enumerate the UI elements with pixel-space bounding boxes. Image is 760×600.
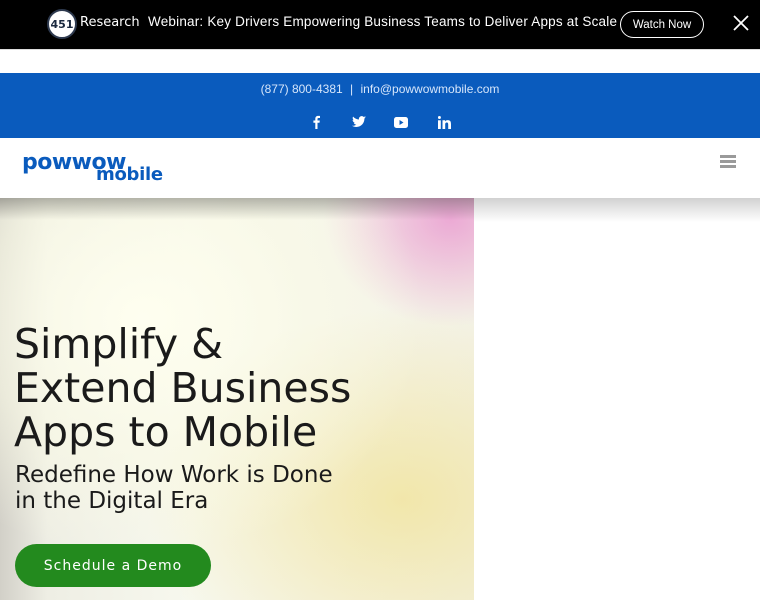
promo-brand-name: Research [80,15,140,30]
linkedin-icon[interactable] [435,113,453,131]
site-header: powwow mobile [0,138,760,198]
watch-now-button[interactable]: Watch Now [620,11,704,38]
hero-subheadline: Redefine How Work is Done in the Digital… [15,462,333,514]
logo-badge-text: 451 [50,17,74,31]
contact-bar: (877) 800-4381 | info@powwowmobile.com [0,73,760,138]
header-shadow-right [474,198,760,222]
contact-line: (877) 800-4381 | info@powwowmobile.com [0,82,760,96]
header-shadow [0,198,474,220]
451-research-logo: 451 [47,9,77,39]
schedule-demo-button[interactable]: Schedule a Demo [15,544,211,587]
email-link[interactable]: info@powwowmobile.com [360,82,499,96]
contact-separator: | [350,82,354,96]
youtube-icon[interactable] [392,113,410,131]
promo-message: Webinar: Key Drivers Empowering Business… [148,14,618,29]
facebook-icon[interactable] [307,113,325,131]
hero-headline: Simplify & Extend Business Apps to Mobil… [14,320,352,456]
twitter-icon[interactable] [350,113,368,131]
close-icon[interactable] [732,14,750,32]
logo-text-line2: mobile [96,164,163,185]
phone-link[interactable]: (877) 800-4381 [261,82,343,96]
announcement-bar: 451 Research Webinar: Key Drivers Empowe… [0,0,760,49]
hero-right-panel [474,198,760,600]
hamburger-menu-icon[interactable] [720,155,736,169]
spacer-strip [0,49,760,73]
